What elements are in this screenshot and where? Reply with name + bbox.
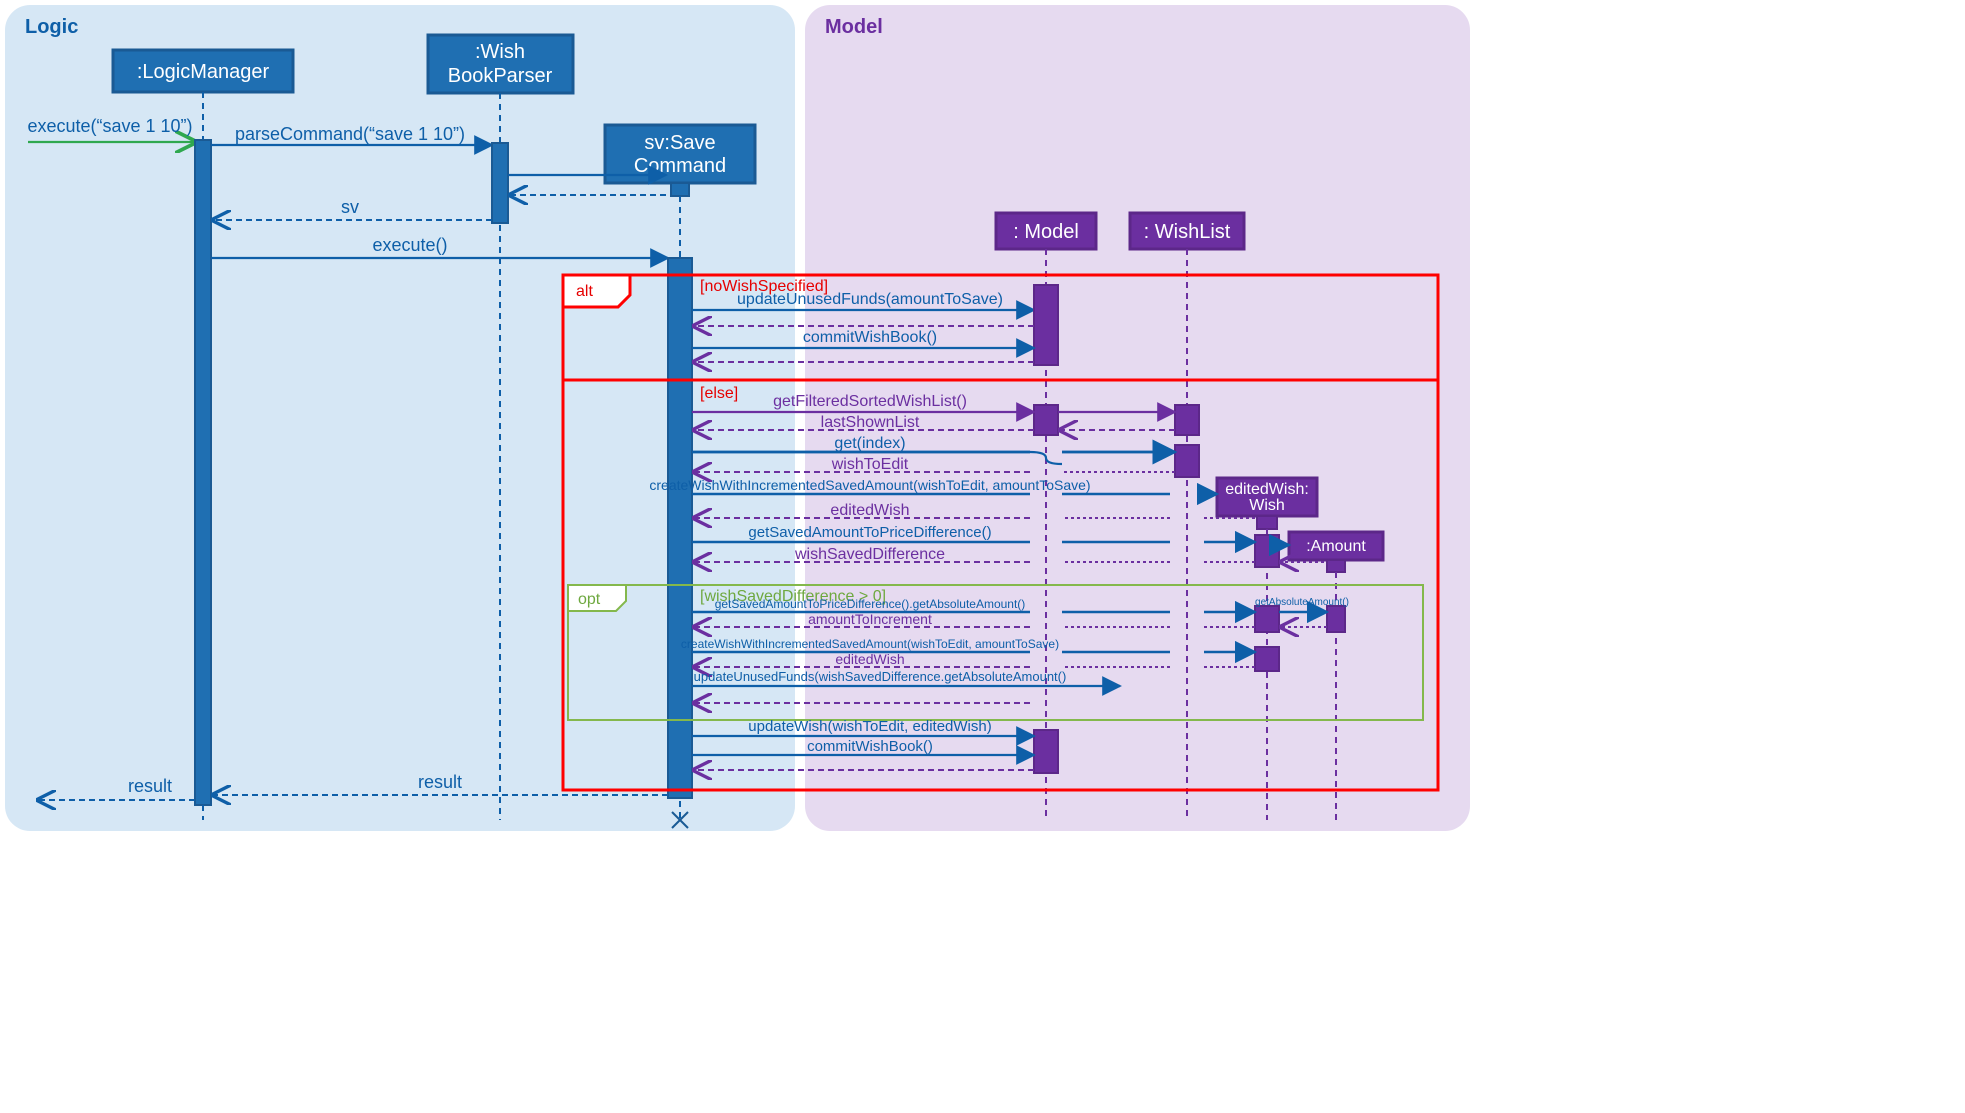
activation-model-gfswl <box>1034 405 1058 435</box>
svg-text:: Model: : Model <box>1013 221 1079 243</box>
label-sv: sv <box>341 197 359 217</box>
label-execute-in: execute(“save 1 10”) <box>27 116 192 136</box>
activation-editedwish-diff <box>1255 535 1279 567</box>
svg-text:Wish: Wish <box>1249 497 1285 514</box>
activation-wishlist-get <box>1175 445 1199 477</box>
sequence-diagram: Logic Model execute(“save 1 10”) :LogicM… <box>0 0 1475 836</box>
activation-amount-abs <box>1327 606 1345 632</box>
label-editedWish2: editedWish <box>835 651 904 667</box>
activation-wishlist-gfswl <box>1175 405 1199 435</box>
alt-guard-2: [else] <box>700 385 738 402</box>
activation-savecommand <box>668 258 692 798</box>
opt-label: opt <box>578 591 601 608</box>
activation-logicmanager <box>195 140 211 805</box>
label-updateWish: updateWish(wishToEdit, editedWish) <box>748 718 991 735</box>
label-createWish2: createWishWithIncrementedSavedAmount(wis… <box>681 637 1059 651</box>
label-result-inner: result <box>418 772 462 792</box>
alt-label: alt <box>576 283 593 300</box>
label-getFilteredSortedWishList: getFilteredSortedWishList() <box>773 393 967 410</box>
label-getSavedDiff: getSavedAmountToPriceDifference() <box>748 524 991 541</box>
label-wishToEdit: wishToEdit <box>831 456 909 473</box>
logic-frame-title: Logic <box>25 16 78 38</box>
activation-model-uw <box>1034 730 1058 773</box>
label-lastShownList: lastShownList <box>821 414 920 431</box>
svg-text:BookParser: BookParser <box>448 65 553 87</box>
svg-text:sv:Save: sv:Save <box>644 132 715 154</box>
activation-model-1 <box>1034 285 1058 365</box>
svg-text::Amount: :Amount <box>1306 538 1366 555</box>
activation-editedwish-cw2 <box>1255 647 1279 671</box>
svg-text::LogicManager: :LogicManager <box>137 61 270 83</box>
label-getAbsA: getSavedAmountToPriceDifference().getAbs… <box>715 597 1026 611</box>
label-parseCommand: parseCommand(“save 1 10”) <box>235 124 465 144</box>
svg-text:: WishList: : WishList <box>1144 221 1231 243</box>
svg-text::Wish: :Wish <box>475 41 525 63</box>
label-commit2: commitWishBook() <box>807 738 933 755</box>
label-createWish1: createWishWithIncrementedSavedAmount(wis… <box>649 477 1090 493</box>
activation-wishbookparser <box>492 143 508 223</box>
alt-tag <box>563 275 630 307</box>
label-commitWishBook1: commitWishBook() <box>803 329 937 346</box>
label-editedWish1: editedWish <box>830 502 909 519</box>
label-amountInc: amountToIncrement <box>808 611 932 627</box>
label-result-out: result <box>128 776 172 796</box>
label-wishSavedDiff: wishSavedDifference <box>794 546 945 563</box>
label-updateUnused2: updateUnusedFunds(wishSavedDifference.ge… <box>694 669 1067 684</box>
svg-text:editedWish:: editedWish: <box>1225 481 1309 498</box>
label-updateUnusedFunds1: updateUnusedFunds(amountToSave) <box>737 291 1003 308</box>
label-get-index: get(index) <box>834 435 905 452</box>
activation-editedwish-abs <box>1255 606 1279 632</box>
svg-text:Command: Command <box>634 155 726 177</box>
label-execute: execute() <box>372 235 447 255</box>
model-frame-title: Model <box>825 16 883 38</box>
label-getAbsB: getAbsoluteAmount() <box>1255 597 1349 608</box>
